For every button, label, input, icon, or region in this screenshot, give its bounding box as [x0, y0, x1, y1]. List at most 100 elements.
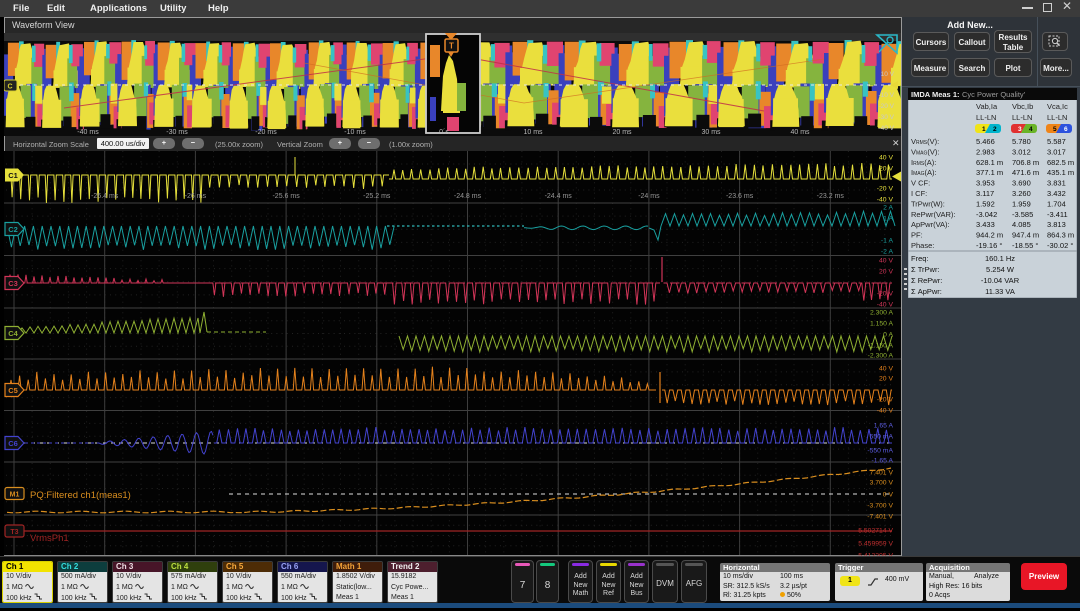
svg-text:-1.65 A: -1.65 A [871, 458, 893, 465]
svg-text:160.1 Hz: 160.1 Hz [985, 254, 1015, 263]
svg-text:-40 V: -40 V [877, 302, 894, 309]
svg-text:40 V: 40 V [879, 155, 893, 162]
svg-text:2 A: 2 A [883, 205, 893, 212]
svg-text:-3.585: -3.585 [1012, 210, 1033, 219]
svg-text:C: C [7, 84, 12, 91]
svg-text:6: 6 [1064, 126, 1068, 133]
svg-text:-24 ms: -24 ms [638, 193, 660, 200]
svg-text:-26.4 ms: -26.4 ms [91, 193, 119, 200]
svg-text:-1.150 A: -1.150 A [868, 343, 894, 350]
svg-text:T3: T3 [10, 529, 18, 536]
svg-text:VrmsPh1: VrmsPh1 [30, 533, 69, 544]
svg-text:1.959: 1.959 [1012, 199, 1031, 208]
svg-text:2: 2 [993, 126, 997, 133]
svg-text:Vab,Ia: Vab,Ia [976, 102, 998, 111]
svg-text:11.33 VA: 11.33 VA [985, 287, 1015, 296]
svg-text:-40 ms: -40 ms [77, 129, 99, 136]
svg-text:-10 V: -10 V [878, 92, 894, 99]
svg-text:20 V: 20 V [879, 269, 893, 276]
svg-text:20 V: 20 V [879, 166, 893, 173]
svg-text:Vbc,Ib: Vbc,Ib [1012, 102, 1033, 111]
svg-text:20 ms: 20 ms [612, 129, 632, 136]
svg-text:5: 5 [1053, 126, 1057, 133]
svg-text:3.700 V: 3.700 V [870, 480, 894, 487]
svg-text:-40 V: -40 V [877, 197, 894, 204]
svg-text:-20 V: -20 V [877, 397, 894, 404]
svg-text:947.4 m: 947.4 m [1012, 231, 1039, 240]
svg-text:3.117: 3.117 [976, 189, 994, 198]
svg-text:LL-LN: LL-LN [1047, 113, 1067, 122]
svg-text:T: T [449, 42, 454, 51]
svg-text:-10 ms: -10 ms [344, 129, 366, 136]
svg-text:-25.2 ms: -25.2 ms [363, 193, 391, 200]
svg-text:-7.401 V: -7.401 V [867, 514, 893, 521]
svg-text:-40 V: -40 V [878, 125, 894, 132]
svg-text:PQ:Filtered ch1(meas1): PQ:Filtered ch1(meas1) [30, 490, 131, 501]
svg-text:1.592: 1.592 [976, 199, 995, 208]
svg-text:I CF:: I CF: [911, 189, 927, 198]
svg-text:Σ ApPwr:: Σ ApPwr: [911, 287, 942, 296]
svg-text:3.432: 3.432 [1047, 189, 1066, 198]
svg-text:628.1 m: 628.1 m [976, 158, 1003, 167]
svg-text:-18.55 °: -18.55 ° [1012, 241, 1038, 250]
svg-text:-2 A: -2 A [881, 249, 894, 256]
svg-text:Σ TrPwr:: Σ TrPwr: [911, 265, 940, 274]
svg-text:30 ms: 30 ms [701, 129, 721, 136]
svg-text:471.6 m: 471.6 m [1012, 168, 1039, 177]
svg-text:Vca,Ic: Vca,Ic [1047, 102, 1068, 111]
svg-text:Cyc Power Quality’: Cyc Power Quality’ [962, 90, 1026, 99]
svg-text:C5: C5 [8, 386, 18, 395]
svg-text:Freq:: Freq: [911, 254, 929, 263]
svg-text:-3.411: -3.411 [1047, 210, 1068, 219]
svg-text:PF:: PF: [911, 231, 923, 240]
svg-text:3.433: 3.433 [976, 220, 995, 229]
svg-text:-2.300 A: -2.300 A [868, 353, 894, 360]
svg-text:-23.2 ms: -23.2 ms [817, 193, 845, 200]
svg-text:40 V: 40 V [879, 366, 893, 373]
svg-text:20 V: 20 V [879, 376, 893, 383]
svg-text:1.150 A: 1.150 A [870, 321, 894, 328]
svg-text:0 A: 0 A [883, 332, 893, 339]
svg-text:1: 1 [982, 126, 986, 133]
svg-text:-40 V: -40 V [877, 408, 894, 415]
svg-text:ApPwr(VA):: ApPwr(VA): [911, 220, 950, 229]
svg-text:5.502714 V: 5.502714 V [858, 528, 893, 535]
svg-text:5.780: 5.780 [1012, 137, 1031, 146]
svg-text:3.260: 3.260 [1012, 189, 1031, 198]
svg-text:-3.700 V: -3.700 V [867, 503, 893, 510]
svg-text:706.8 m: 706.8 m [1012, 158, 1039, 167]
svg-text:5.254 W: 5.254 W [986, 265, 1015, 274]
svg-text:5.459959 V: 5.459959 V [858, 541, 893, 548]
svg-text:M1: M1 [10, 492, 20, 499]
svg-text:V CF:: V CF: [911, 179, 930, 188]
svg-text:2.983: 2.983 [976, 147, 995, 156]
svg-text:-1 A: -1 A [881, 238, 894, 245]
svg-text:0´s: 0´s [439, 129, 449, 136]
svg-text:Phase:: Phase: [911, 241, 934, 250]
svg-text:-10.04 VAR: -10.04 VAR [981, 276, 1020, 285]
svg-text:5.466: 5.466 [976, 137, 995, 146]
svg-text:377.1 m: 377.1 m [976, 168, 1003, 177]
svg-text:-20 V: -20 V [877, 186, 894, 193]
svg-text:0 V: 0 V [883, 492, 894, 499]
svg-text:LL-LN: LL-LN [1012, 113, 1032, 122]
svg-text:550 mA: 550 mA [870, 434, 894, 441]
svg-text:3: 3 [1018, 126, 1022, 133]
svg-text:1 A: 1 A [883, 216, 893, 223]
svg-text:3.813: 3.813 [1047, 220, 1066, 229]
svg-text:Σ RePwr:: Σ RePwr: [911, 276, 942, 285]
svg-text:3.953: 3.953 [976, 179, 995, 188]
svg-text:-23.6 ms: -23.6 ms [726, 193, 754, 200]
svg-text:-24.4 ms: -24.4 ms [545, 193, 573, 200]
svg-text:-20 V: -20 V [877, 291, 894, 298]
svg-text:40 V: 40 V [879, 258, 893, 265]
svg-text:682.5 m: 682.5 m [1047, 158, 1074, 167]
svg-text:-550 mA: -550 mA [867, 448, 893, 455]
svg-text:C1: C1 [8, 171, 18, 180]
svg-text:-26 ms: -26 ms [185, 193, 207, 200]
svg-text:-30.02 °: -30.02 ° [1047, 241, 1073, 250]
svg-text:1.704: 1.704 [1047, 199, 1066, 208]
svg-text:-24.8 ms: -24.8 ms [454, 193, 482, 200]
svg-text:3.017: 3.017 [1047, 147, 1066, 156]
svg-text:IMDA Meas 1:: IMDA Meas 1: [911, 90, 959, 99]
